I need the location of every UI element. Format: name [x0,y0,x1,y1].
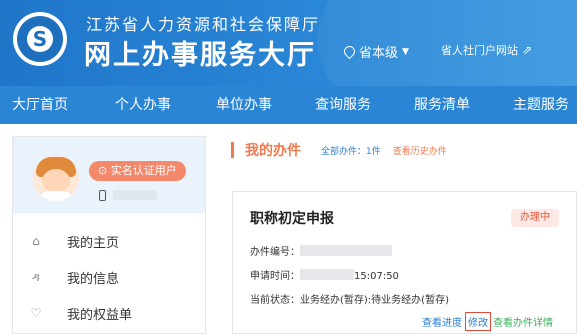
view-progress-link[interactable]: 查看进度 [422,314,462,329]
logo-emblem-icon: S [27,26,53,52]
avatar[interactable] [33,155,79,201]
caret-down-icon: ▼ [402,46,409,57]
nav-item-personal[interactable]: 个人办事 [115,86,171,124]
nav-item-query[interactable]: 查询服务 [315,86,371,124]
shield-icon: ♡ [30,306,42,320]
site-title: 网上办事服务大厅 [84,40,316,71]
sidebar-item-label: 我的主页 [67,235,120,251]
case-number-label: 办件编号： [250,247,300,258]
portal-link[interactable]: 省人社门户网站 ⇗ [441,42,532,58]
region-selector[interactable]: 省本级 ▼ [341,42,409,61]
status-badge: 办理中 [511,209,559,227]
site-subtitle: 江苏省人力资源和社会保障厅 [86,15,321,34]
site-logo[interactable]: S [13,12,67,66]
sidebar-item-rights[interactable]: ♡ 我的权益单 [13,295,205,331]
avatar-shirt [39,191,73,201]
case-title: 职称初定申报 [250,211,334,227]
logo-ring: S [17,16,63,62]
site-header: S 江苏省人力资源和社会保障厅 网上办事服务大厅 省本级 ▼ 省人社门户网站 ⇗ [0,0,577,86]
sidebar-item-home[interactable]: ⌂ 我的主页 [13,223,205,259]
verified-user-badge: ⊙ 实名认证用户 [89,161,186,181]
all-cases-count[interactable]: 全部办件：1件 [321,144,381,157]
nav-item-service-list[interactable]: 服务清单 [414,86,470,124]
history-cases-link[interactable]: 查看历史办件 [393,144,447,157]
share-icon: ⇗ [522,43,533,57]
my-cases-header: 我的办件 全部办件：1件 查看历史办件 [231,140,447,160]
case-number-masked [300,245,392,256]
portal-link-label: 省人社门户网站 [441,44,518,57]
section-title: 我的办件 [245,143,301,159]
verified-label: 实名认证用户 [110,164,177,177]
view-case-detail-link[interactable]: 查看办件详情 [493,314,553,329]
home-icon: ⌂ [32,234,40,248]
sidebar-item-label: 我的信息 [67,271,120,287]
case-card: 职称初定申报 办理中 办件编号： 申请时间： 15:07:50 当前状态：业务经办… [232,191,577,334]
edit-case-button[interactable]: 修改 [465,312,491,331]
case-state-row: 当前状态：业务经办(暂存):待业务经办(暂存) [250,291,449,306]
location-pin-icon [341,43,358,60]
case-state-label: 当前状态： [250,295,300,306]
case-actions: 查看进度 修改 查看办件详情 [422,312,553,331]
case-state-value: 业务经办(暂存):待业务经办(暂存) [300,295,449,306]
phone-number-masked [113,190,157,200]
main-nav: 大厅首页 个人办事 单位办事 查询服务 服务清单 主题服务 [0,86,577,124]
apply-time-row: 申请时间： 15:07:50 [250,267,399,282]
apply-date-masked [300,269,354,280]
sidebar-item-label: 我的权益单 [67,307,133,323]
nav-item-home[interactable]: 大厅首页 [12,86,68,124]
region-label: 省本级 [359,46,399,61]
nav-item-unit[interactable]: 单位办事 [216,86,272,124]
avatar-face [42,169,70,193]
verified-icon: ⊙ [98,164,111,177]
apply-time-value: 15:07:50 [354,271,399,282]
case-number-row: 办件编号： [250,243,392,258]
sidebar-item-info[interactable]: ዳ 我的信息 [13,259,205,295]
user-icon: ዳ [32,269,40,284]
nav-item-topics[interactable]: 主题服务 [513,86,569,124]
phone-icon [99,190,106,201]
user-profile: ⊙ 实名认证用户 [13,137,205,213]
apply-time-label: 申请时间： [250,271,300,282]
title-accent-bar [231,142,234,158]
user-sidebar: ⊙ 实名认证用户 ⌂ 我的主页 ዳ 我的信息 ♡ 我的权益单 [12,136,206,334]
